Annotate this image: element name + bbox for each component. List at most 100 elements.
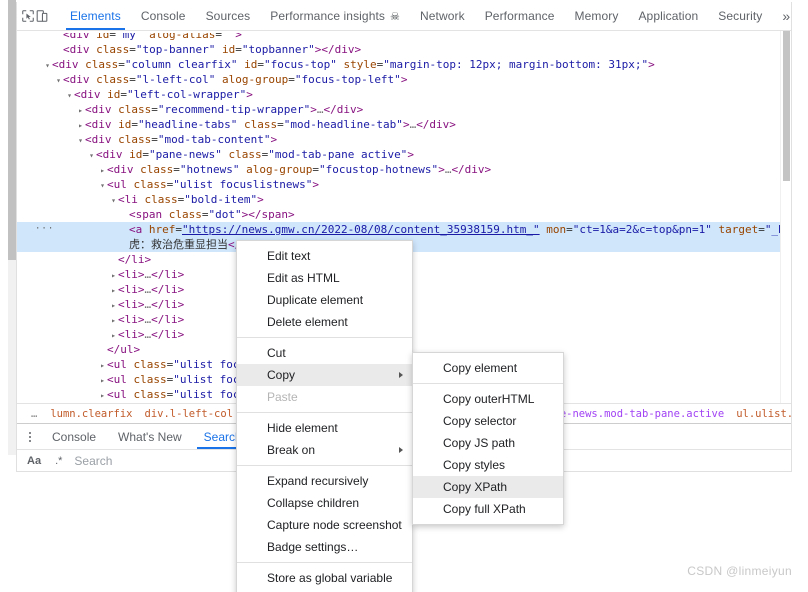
dom-node[interactable]: <span class="dot"></span> — [17, 207, 791, 222]
dom-token: "mod-tab-pane active" — [268, 148, 408, 161]
dom-node[interactable]: ▾ <li class="bold-item"> — [17, 192, 791, 207]
submenu-item-copy-xpath[interactable]: Copy XPath — [413, 476, 563, 498]
menu-item-store-as-global-variable[interactable]: Store as global variable — [237, 567, 412, 589]
dom-token: alog-group — [215, 73, 289, 86]
drawer-tab-console[interactable]: Console — [41, 424, 107, 449]
dom-token: class — [237, 118, 278, 131]
menu-item-delete-element[interactable]: Delete element — [237, 311, 412, 333]
dom-token: class — [168, 208, 202, 221]
menu-item-copy[interactable]: Copy — [237, 364, 412, 386]
expand-triangle-closed-icon[interactable]: ▸ — [98, 163, 107, 177]
expand-triangle-closed-icon[interactable]: ▸ — [109, 328, 118, 342]
menu-item-label: Store as global variable — [267, 571, 393, 585]
menu-item-edit-text[interactable]: Edit text — [237, 245, 412, 267]
expand-triangle-open-icon[interactable]: ▾ — [76, 133, 85, 147]
match-case-icon[interactable]: Aa — [23, 454, 45, 468]
regex-icon[interactable]: .* — [51, 454, 66, 468]
more-tabs-icon[interactable]: » — [772, 2, 791, 30]
dom-node[interactable]: ▾ <ul class="ulist focuslistnews"> — [17, 177, 791, 192]
dom-token: "mod-headline-tab" — [283, 118, 403, 131]
dom-node[interactable]: ▾ <div id="left-col-wrapper"> — [17, 87, 791, 102]
expand-triangle-closed-icon[interactable]: ▸ — [109, 313, 118, 327]
menu-item-duplicate-element[interactable]: Duplicate element — [237, 289, 412, 311]
inspect-cursor-icon[interactable] — [21, 3, 35, 29]
menu-item-expand-recursively[interactable]: Expand recursively — [237, 470, 412, 492]
expand-triangle-closed-icon[interactable]: ▸ — [98, 388, 107, 402]
tab-elements[interactable]: Elements — [60, 2, 131, 30]
tab-security[interactable]: Security — [708, 2, 772, 30]
dom-token: = — [288, 73, 295, 86]
expand-triangle-open-icon[interactable]: ▾ — [65, 88, 74, 102]
expand-triangle-closed-icon[interactable]: ▸ — [109, 283, 118, 297]
dom-token: <ul — [107, 178, 134, 191]
dom-token: <div — [85, 103, 119, 116]
dom-token: "" — [221, 33, 236, 41]
dom-token: = — [201, 208, 209, 221]
dom-token[interactable]: "https://news.gmw.cn/2022-08/08/content_… — [182, 223, 540, 236]
dom-token: </li> — [151, 283, 185, 296]
tab-performance-insights[interactable]: Performance insights ☠ — [260, 2, 410, 30]
menu-item-capture-node-screenshot[interactable]: Capture node screenshot — [237, 514, 412, 536]
breadcrumb-overflow[interactable]: … — [25, 408, 44, 420]
menu-item-label: Copy XPath — [443, 480, 508, 494]
expand-triangle-closed-icon[interactable]: ▸ — [109, 268, 118, 282]
submenu-item-copy-js-path[interactable]: Copy JS path — [413, 432, 563, 454]
menu-item-edit-as-html[interactable]: Edit as HTML — [237, 267, 412, 289]
menu-item-cut[interactable]: Cut — [237, 342, 412, 364]
breadcrumb-item[interactable]: lumn.clearfix — [44, 408, 138, 420]
breadcrumb-item[interactable]: ul.ulist.focuslistnews — [730, 408, 791, 420]
tab-application[interactable]: Application — [628, 2, 708, 30]
menu-item-break-on[interactable]: Break on — [237, 439, 412, 461]
submenu-item-copy-outerhtml[interactable]: Copy outerHTML — [413, 388, 563, 410]
device-toolbar-icon[interactable] — [35, 3, 49, 29]
tab-sources[interactable]: Sources — [196, 2, 261, 30]
dom-tree-scrollbar-thumb[interactable] — [783, 31, 790, 181]
dom-node[interactable]: ▸ <div id="headline-tabs" class="mod-head… — [17, 117, 791, 132]
tab-label: Application — [638, 9, 699, 23]
expand-triangle-open-icon[interactable]: ▾ — [87, 148, 96, 162]
submenu-item-copy-styles[interactable]: Copy styles — [413, 454, 563, 476]
submenu-item-copy-element[interactable]: Copy element — [413, 357, 563, 379]
dom-token: class — [118, 133, 152, 146]
page-scrollbar[interactable] — [8, 0, 16, 455]
context-menu[interactable]: Edit text Edit as HTML Duplicate element De… — [236, 240, 413, 592]
tab-performance[interactable]: Performance — [475, 2, 565, 30]
expand-triangle-open-icon[interactable]: ▾ — [54, 73, 63, 87]
tab-console[interactable]: Console — [131, 2, 196, 30]
menu-item-badge-settings[interactable]: Badge settings… — [237, 536, 412, 558]
expand-triangle-open-icon[interactable]: ▾ — [98, 178, 107, 192]
dom-node[interactable]: <div id="my" alog-alias=""> — [17, 33, 791, 42]
node-overflow-badge[interactable]: ··· — [35, 225, 53, 235]
expand-triangle-open-icon[interactable]: ▾ — [43, 58, 52, 72]
tab-network[interactable]: Network — [410, 2, 475, 30]
dom-token: mon — [539, 223, 567, 236]
kebab-menu-icon[interactable] — [19, 425, 41, 449]
expand-triangle-open-icon[interactable]: ▾ — [109, 193, 118, 207]
dom-token: "l-left-col" — [135, 73, 216, 86]
menu-item-hide-element[interactable]: Hide element — [237, 417, 412, 439]
dom-node[interactable]: ▾ <div class="mod-tab-content"> — [17, 132, 791, 147]
dom-node[interactable]: ▸ <div class="recommend-tip-wrapper">…</d… — [17, 102, 791, 117]
expand-triangle-closed-icon[interactable]: ▸ — [98, 373, 107, 387]
dom-node[interactable]: <div class="top-banner" id="topbanner"><… — [17, 42, 791, 57]
dom-node[interactable]: ▾ <div class="column clearfix" id="focus-… — [17, 57, 791, 72]
dom-node[interactable]: ▾ <div id="pane-news" class="mod-tab-pane… — [17, 147, 791, 162]
dom-node[interactable]: ▾ <div class="l-left-col" alog-group="foc… — [17, 72, 791, 87]
dom-token: <div — [96, 148, 130, 161]
submenu-item-copy-full-xpath[interactable]: Copy full XPath — [413, 498, 563, 520]
expand-triangle-closed-icon[interactable]: ▸ — [109, 298, 118, 312]
expand-triangle-closed-icon[interactable]: ▸ — [98, 358, 107, 372]
dom-node[interactable]: ▸ <div class="hotnews" alog-group="focust… — [17, 162, 791, 177]
expand-triangle-closed-icon[interactable]: ▸ — [76, 118, 85, 132]
menu-item-label: Badge settings… — [267, 540, 359, 554]
dom-tree-scrollbar[interactable] — [780, 31, 791, 403]
breadcrumb-item[interactable]: div.l-left-col — [139, 408, 240, 420]
drawer-tab-whats-new[interactable]: What's New — [107, 424, 193, 449]
expand-triangle-closed-icon[interactable]: ▸ — [76, 103, 85, 117]
tab-label: Performance — [484, 9, 555, 23]
page-scrollbar-thumb[interactable] — [8, 0, 16, 260]
submenu-item-copy-selector[interactable]: Copy selector — [413, 410, 563, 432]
menu-item-collapse-children[interactable]: Collapse children — [237, 492, 412, 514]
tab-memory[interactable]: Memory — [565, 2, 629, 30]
copy-submenu[interactable]: Copy element Copy outerHTML Copy selector C… — [412, 352, 564, 525]
